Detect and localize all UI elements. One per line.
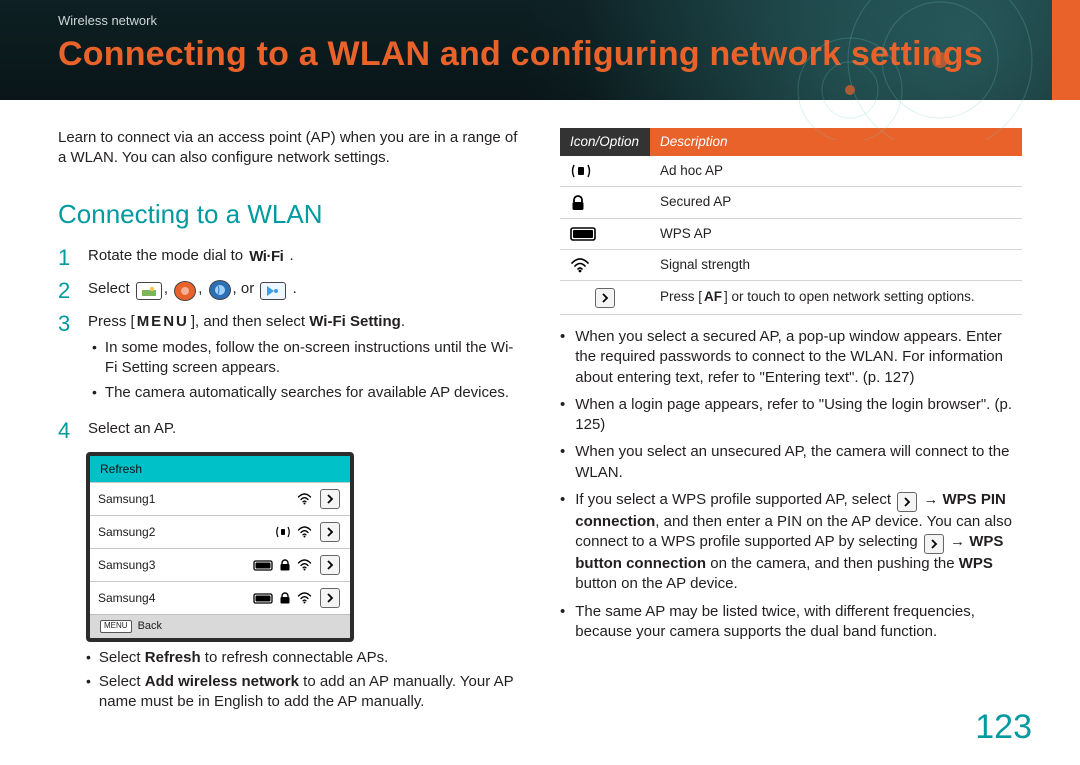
ap-footer[interactable]: MENU Back	[90, 614, 350, 638]
signal-icon	[297, 526, 312, 538]
table-row: Ad hoc AP	[560, 156, 1022, 187]
note-3: When you select an unsecured AP, the cam…	[575, 442, 1022, 483]
ap-list-widget: Refresh Samsung1 Samsung2 Samsung3 Samsung4…	[86, 452, 354, 642]
note-4: If you select a WPS profile supported AP…	[575, 490, 1022, 595]
more-icon[interactable]	[318, 555, 342, 575]
mode-icon-3	[209, 280, 231, 300]
table-row: Secured AP	[560, 187, 1022, 218]
intro-text: Learn to connect via an access point (AP…	[58, 128, 520, 169]
step3-bold: Wi-Fi Setting	[309, 313, 401, 330]
ap-name: Samsung1	[98, 491, 297, 507]
cell-signal: Signal strength	[650, 249, 1022, 280]
icon-description-table: Icon/Option Description Ad hoc AP Secure…	[560, 128, 1022, 315]
ap-name: Samsung3	[98, 557, 253, 573]
wifi-icon: Wi·Fi	[249, 247, 283, 267]
cell-more: Press [AF] or touch to open network sett…	[650, 281, 1022, 315]
note-5: The same AP may be listed twice, with di…	[575, 602, 1022, 643]
adhoc-icon	[570, 163, 640, 179]
more-icon	[924, 534, 944, 554]
notes-list: When you select a secured AP, a pop-up w…	[560, 327, 1022, 642]
ap-refresh-header[interactable]: Refresh	[90, 456, 350, 482]
step3-sub2: The camera automatically searches for av…	[105, 383, 509, 403]
step-number: 3	[58, 312, 78, 409]
table-row: WPS AP	[560, 218, 1022, 249]
step-number: 2	[58, 279, 78, 302]
step3-mid: ], and then select	[191, 313, 309, 330]
more-icon[interactable]	[318, 489, 342, 509]
menu-badge: MENU	[100, 620, 132, 633]
signal-icon	[297, 493, 312, 505]
table-row: Press [AF] or touch to open network sett…	[560, 281, 1022, 315]
step3-pre: Press [	[88, 313, 135, 330]
ap-row[interactable]: Samsung4	[90, 581, 350, 614]
page-header: Wireless network Connecting to a WLAN an…	[0, 0, 1080, 100]
step3-sub1: In some modes, follow the on-screen inst…	[105, 338, 520, 379]
wps-icon	[253, 560, 273, 571]
step1-post: .	[289, 247, 293, 264]
step3-post: .	[401, 313, 405, 330]
th-desc: Description	[650, 128, 1022, 156]
lock-icon	[279, 559, 291, 571]
step4-sub1: Select Refresh to refresh connectable AP…	[99, 648, 388, 668]
mode-icon-4	[260, 282, 286, 300]
wps-icon	[570, 227, 640, 241]
signal-icon	[570, 257, 640, 273]
step-4: 4 Select an AP.	[58, 419, 520, 442]
note-2: When a login page appears, refer to "Usi…	[575, 395, 1022, 436]
page-title: Connecting to a WLAN and configuring net…	[58, 32, 1080, 78]
step2-post: .	[293, 280, 297, 297]
mode-icon-1	[136, 282, 162, 300]
th-icon: Icon/Option	[560, 128, 650, 156]
af-icon: AF	[704, 289, 722, 304]
lock-icon	[570, 195, 640, 211]
wps-icon	[253, 593, 273, 604]
more-icon[interactable]	[318, 522, 342, 542]
step1-pre: Rotate the mode dial to	[88, 247, 247, 264]
step-number: 4	[58, 419, 78, 442]
step2-pre: Select	[88, 280, 134, 297]
page-number: 123	[975, 705, 1032, 751]
cell-wps: WPS AP	[650, 218, 1022, 249]
ap-row[interactable]: Samsung2	[90, 515, 350, 548]
ap-name: Samsung4	[98, 590, 253, 606]
cell-lock: Secured AP	[650, 187, 1022, 218]
menu-icon: MENU	[137, 312, 189, 332]
ap-footer-text: Back	[138, 619, 162, 634]
step-number: 1	[58, 246, 78, 269]
step4-text: Select an AP.	[88, 419, 520, 439]
more-icon	[595, 288, 615, 308]
more-icon	[897, 492, 917, 512]
table-row: Signal strength	[560, 249, 1022, 280]
more-icon[interactable]	[318, 588, 342, 608]
ap-row[interactable]: Samsung1	[90, 482, 350, 515]
left-column: Learn to connect via an access point (AP…	[58, 128, 520, 719]
signal-icon	[297, 559, 312, 571]
mode-icon-2	[174, 281, 196, 301]
lock-icon	[279, 592, 291, 604]
step-1: 1 Rotate the mode dial to Wi·Fi .	[58, 246, 520, 269]
cell-adhoc: Ad hoc AP	[650, 156, 1022, 187]
signal-icon	[297, 592, 312, 604]
step4-sub2: Select Add wireless network to add an AP…	[99, 672, 520, 713]
breadcrumb: Wireless network	[58, 12, 1080, 30]
note-1: When you select a secured AP, a pop-up w…	[575, 327, 1022, 388]
section-title: Connecting to a WLAN	[58, 197, 520, 232]
ap-name: Samsung2	[98, 524, 275, 540]
step-3: 3 Press [MENU], and then select Wi-Fi Se…	[58, 312, 520, 409]
step-2: 2 Select , , , or .	[58, 279, 520, 302]
right-column: Icon/Option Description Ad hoc AP Secure…	[560, 128, 1022, 719]
adhoc-icon	[275, 526, 291, 538]
ap-row[interactable]: Samsung3	[90, 548, 350, 581]
